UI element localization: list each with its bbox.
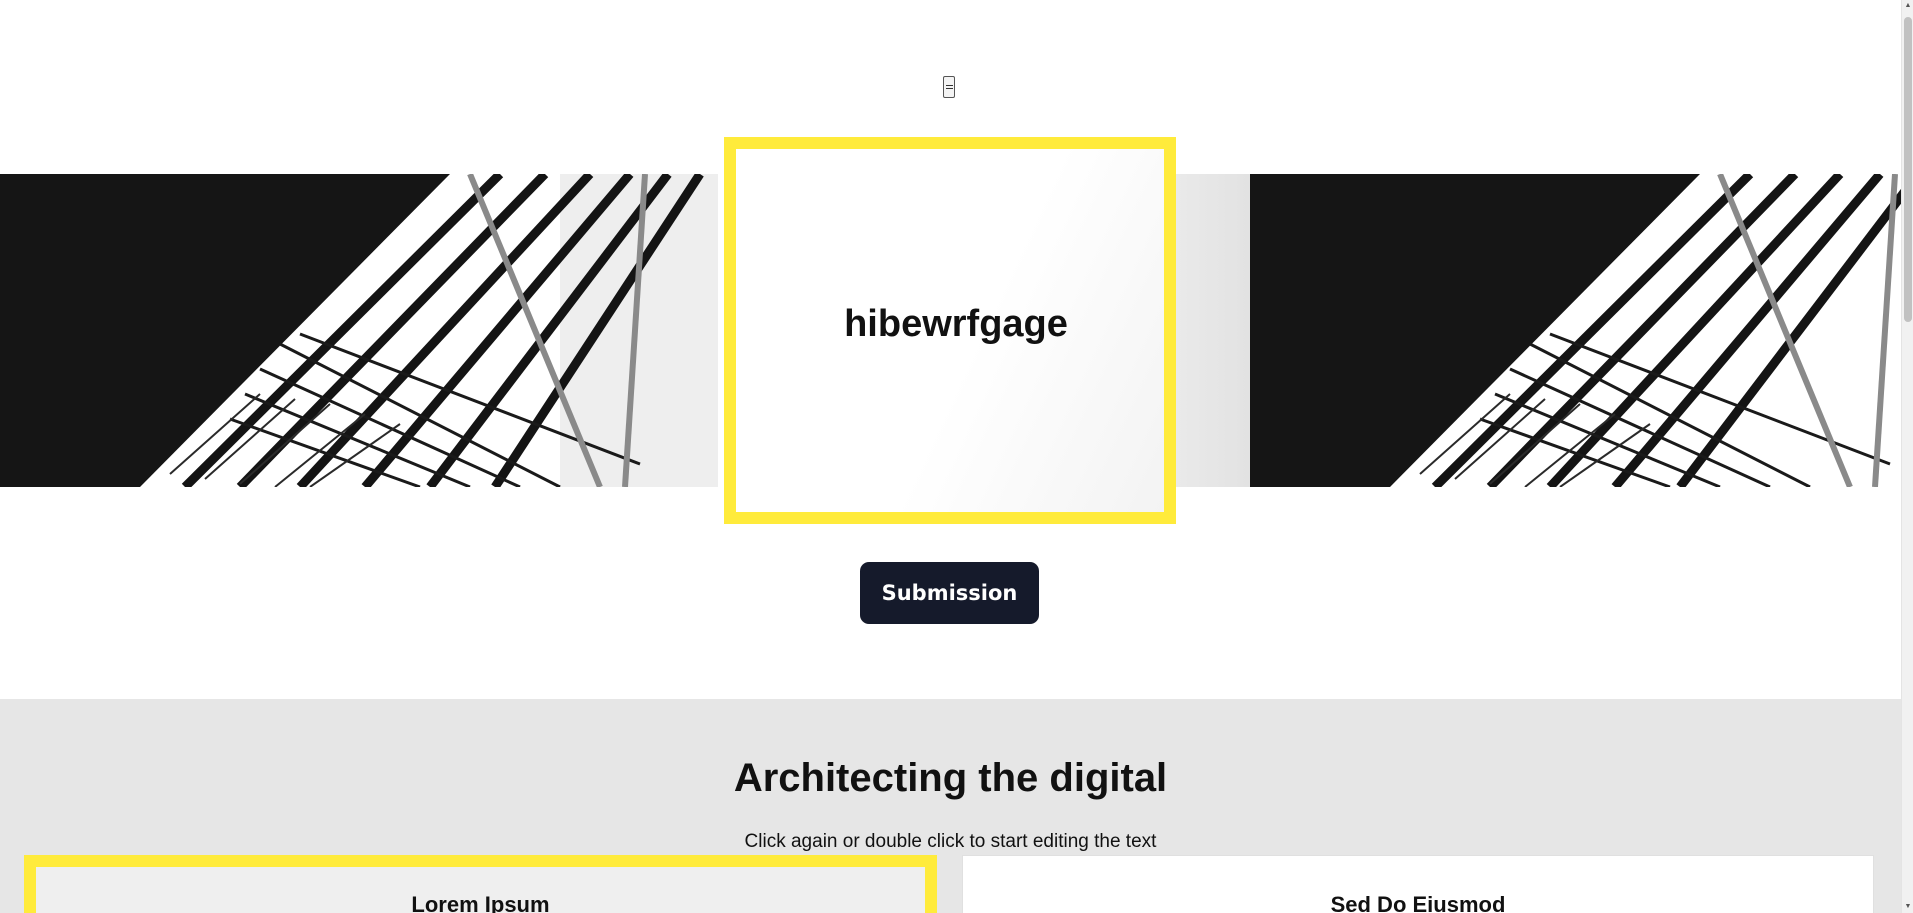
submission-button[interactable]: Submission: [860, 562, 1039, 624]
vertical-scrollbar[interactable]: ▲ ▼: [1901, 0, 1913, 913]
card-title: Lorem Ipsum: [411, 892, 550, 913]
scrollbar-thumb[interactable]: [1904, 17, 1912, 322]
card-title: Sed Do Eiusmod: [1330, 892, 1506, 913]
architecture-image-right: [1250, 174, 1901, 487]
architecture-image-left: [0, 174, 718, 487]
feature-card-sed-do-eiusmod[interactable]: Sed Do Eiusmod: [962, 855, 1874, 913]
scroll-down-arrow-icon[interactable]: ▼: [1902, 901, 1913, 913]
section-title[interactable]: Architecting the digital: [0, 756, 1901, 801]
hero-title[interactable]: hibewrfgage: [844, 303, 1068, 346]
architecting-section: Architecting the digital Click again or …: [0, 699, 1901, 913]
scroll-up-arrow-icon[interactable]: ▲: [1902, 0, 1913, 12]
hero-heading-card[interactable]: hibewrfgage: [724, 137, 1176, 524]
feature-card-lorem-ipsum[interactable]: Lorem Ipsum: [24, 855, 937, 913]
page: hibewrfgage Submission Architecting the …: [0, 0, 1913, 913]
section-subtitle[interactable]: Click again or double click to start edi…: [0, 831, 1901, 853]
hamburger-menu-icon[interactable]: [943, 76, 955, 98]
